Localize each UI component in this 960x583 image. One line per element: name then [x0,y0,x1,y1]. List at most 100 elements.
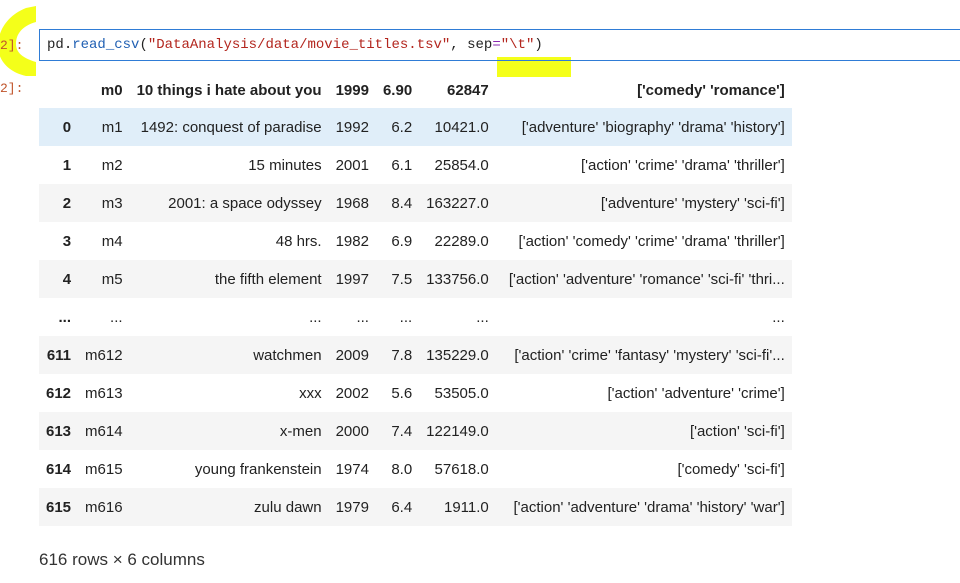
row-index: ... [58,308,72,326]
table-row[interactable]: 613 m614 x-men 2000 7.4 122149.0 ['action' 'sc… [39,412,792,450]
cell-rating: 7.5 [391,270,413,288]
cell-year: ... [356,308,369,326]
cell-votes: 10421.0 [434,118,489,136]
cell-year: 1992 [335,118,369,136]
cell-genres: ... [772,308,785,326]
row-index: 614 [46,460,72,478]
cell-id: m615 [85,460,123,478]
cell-year: 2009 [335,346,369,364]
cell-votes: 122149.0 [426,422,489,440]
notebook-page: 2]: pd.read_csv("DataAnalysis/data/movie… [0,0,960,583]
cell-title: young frankenstein [194,460,322,478]
code-function: read_csv [72,37,140,53]
cell-genres: ['action' 'sci-fi'] [689,422,785,440]
cell-genres: ['action' 'comedy' 'crime' 'drama' 'thri… [518,232,785,250]
cell-rating: 6.2 [391,118,413,136]
cell-genres: ['adventure' 'mystery' 'sci-fi'] [600,194,785,212]
cell-id: m2 [101,156,123,174]
code-cell[interactable]: pd.read_csv("DataAnalysis/data/movie_tit… [39,29,960,61]
input-prompt: 2]: [0,38,24,53]
table-row[interactable]: 614 m615 young frankenstein 1974 8.0 57618.0 [… [39,450,792,488]
row-index: 611 [46,346,72,364]
cell-title: watchmen [253,346,322,364]
table-row[interactable]: 4 m5 the fifth element 1997 7.5 133756.0 ['act… [39,260,792,298]
column-header-title: 10 things i hate about you [136,81,322,99]
table-row[interactable]: ..................... [39,298,792,336]
cell-title: x-men [279,422,322,440]
cell-genres: ['action' 'adventure' 'drama' 'history' … [513,498,785,516]
cell-title: ... [309,308,322,326]
output-prompt: 2]: [0,81,24,96]
cell-id: m3 [101,194,123,212]
dataframe-table: m0 10 things i hate about you 1999 6.9 0 … [39,72,792,526]
cell-votes: 53505.0 [434,384,489,402]
cell-title: 48 hrs. [275,232,322,250]
cell-year: 2000 [335,422,369,440]
cell-votes: 1911.0 [443,498,489,516]
cell-year: 2002 [335,384,369,402]
cell-votes: 163227.0 [426,194,489,212]
code-path-string: "DataAnalysis/data/movie_titles.tsv" [147,37,451,53]
cell-rating: 7.4 [391,422,413,440]
table-row[interactable]: 615 m616 zulu dawn 1979 6.4 1911.0 ['action' '… [39,488,792,526]
cell-title: zulu dawn [254,498,322,516]
column-header-genres: ['comedy' 'romance'] [637,81,785,99]
row-index: 612 [46,384,72,402]
cell-id: m614 [85,422,123,440]
cell-genres: ['action' 'adventure' 'crime'] [607,384,785,402]
cell-rating: ... [399,308,413,326]
code-sep-string: "\t" [500,37,535,53]
row-index: 1 [62,156,72,174]
cell-year: 1982 [335,232,369,250]
cell-rating: 8.4 [391,194,413,212]
column-header-m0: m0 [100,81,123,99]
cell-genres: ['action' 'crime' 'drama' 'thriller'] [580,156,785,174]
cell-genres: ['action' 'adventure' 'romance' 'sci-fi'… [508,270,785,288]
table-row[interactable]: 0 m1 1492: conquest of paradise 1992 6.2 1042… [39,108,792,146]
cell-rating: 5.6 [391,384,413,402]
cell-rating: 8.0 [391,460,413,478]
cell-id: ... [110,308,123,326]
cell-genres: ['comedy' 'sci-fi'] [677,460,785,478]
cell-id: m5 [101,270,123,288]
cell-votes: ... [476,308,489,326]
code-close-paren: ) [534,37,543,53]
cell-rating: 7.8 [391,346,413,364]
cell-votes: 135229.0 [426,346,489,364]
cell-votes: 133756.0 [426,270,489,288]
code-open-paren: ( [139,37,148,53]
code-equals: = [492,37,501,53]
table-row[interactable]: 1 m2 15 minutes 2001 6.1 25854.0 ['action' 'cr… [39,146,792,184]
cell-genres: ['adventure' 'biography' 'drama' 'histor… [521,118,785,136]
table-row[interactable]: 611 m612 watchmen 2009 7.8 135229.0 ['action' … [39,336,792,374]
cell-votes: 57618.0 [434,460,489,478]
column-header-year: 1999 [335,81,369,99]
table-row[interactable]: 2 m3 2001: a space odyssey 1968 8.4 163227.0 [… [39,184,792,222]
cell-rating: 6.1 [391,156,413,174]
cell-id: m616 [85,498,123,516]
cell-title: 2001: a space odyssey [168,194,322,212]
table-row[interactable]: 3 m4 48 hrs. 1982 6.9 22289.0 ['action' 'comed… [39,222,792,260]
table-row[interactable]: 612 m613 xxx 2002 5.6 53505.0 ['action' 'adven… [39,374,792,412]
cell-id: m1 [101,118,123,136]
cell-id: m612 [85,346,123,364]
row-index: 3 [62,232,72,250]
cell-id: m4 [101,232,123,250]
code-keyword: sep [467,37,493,53]
row-index: 2 [62,194,72,212]
cell-year: 2001 [335,156,369,174]
shape-info: 616 rows × 6 columns [39,550,205,569]
cell-votes: 25854.0 [434,156,489,174]
column-header-votes: 62847 [447,81,489,99]
cell-year: 1997 [335,270,369,288]
code-dot: . [63,37,73,53]
code-comma: , [450,37,468,53]
code-object: pd [47,37,64,53]
index-header [39,72,78,108]
cell-title: the fifth element [214,270,322,288]
cell-rating: 6.9 [391,232,413,250]
header-row: m0 10 things i hate about you 1999 6.90 … [39,72,792,108]
row-index: 613 [46,422,72,440]
cell-year: 1974 [335,460,369,478]
cell-id: m613 [85,384,123,402]
